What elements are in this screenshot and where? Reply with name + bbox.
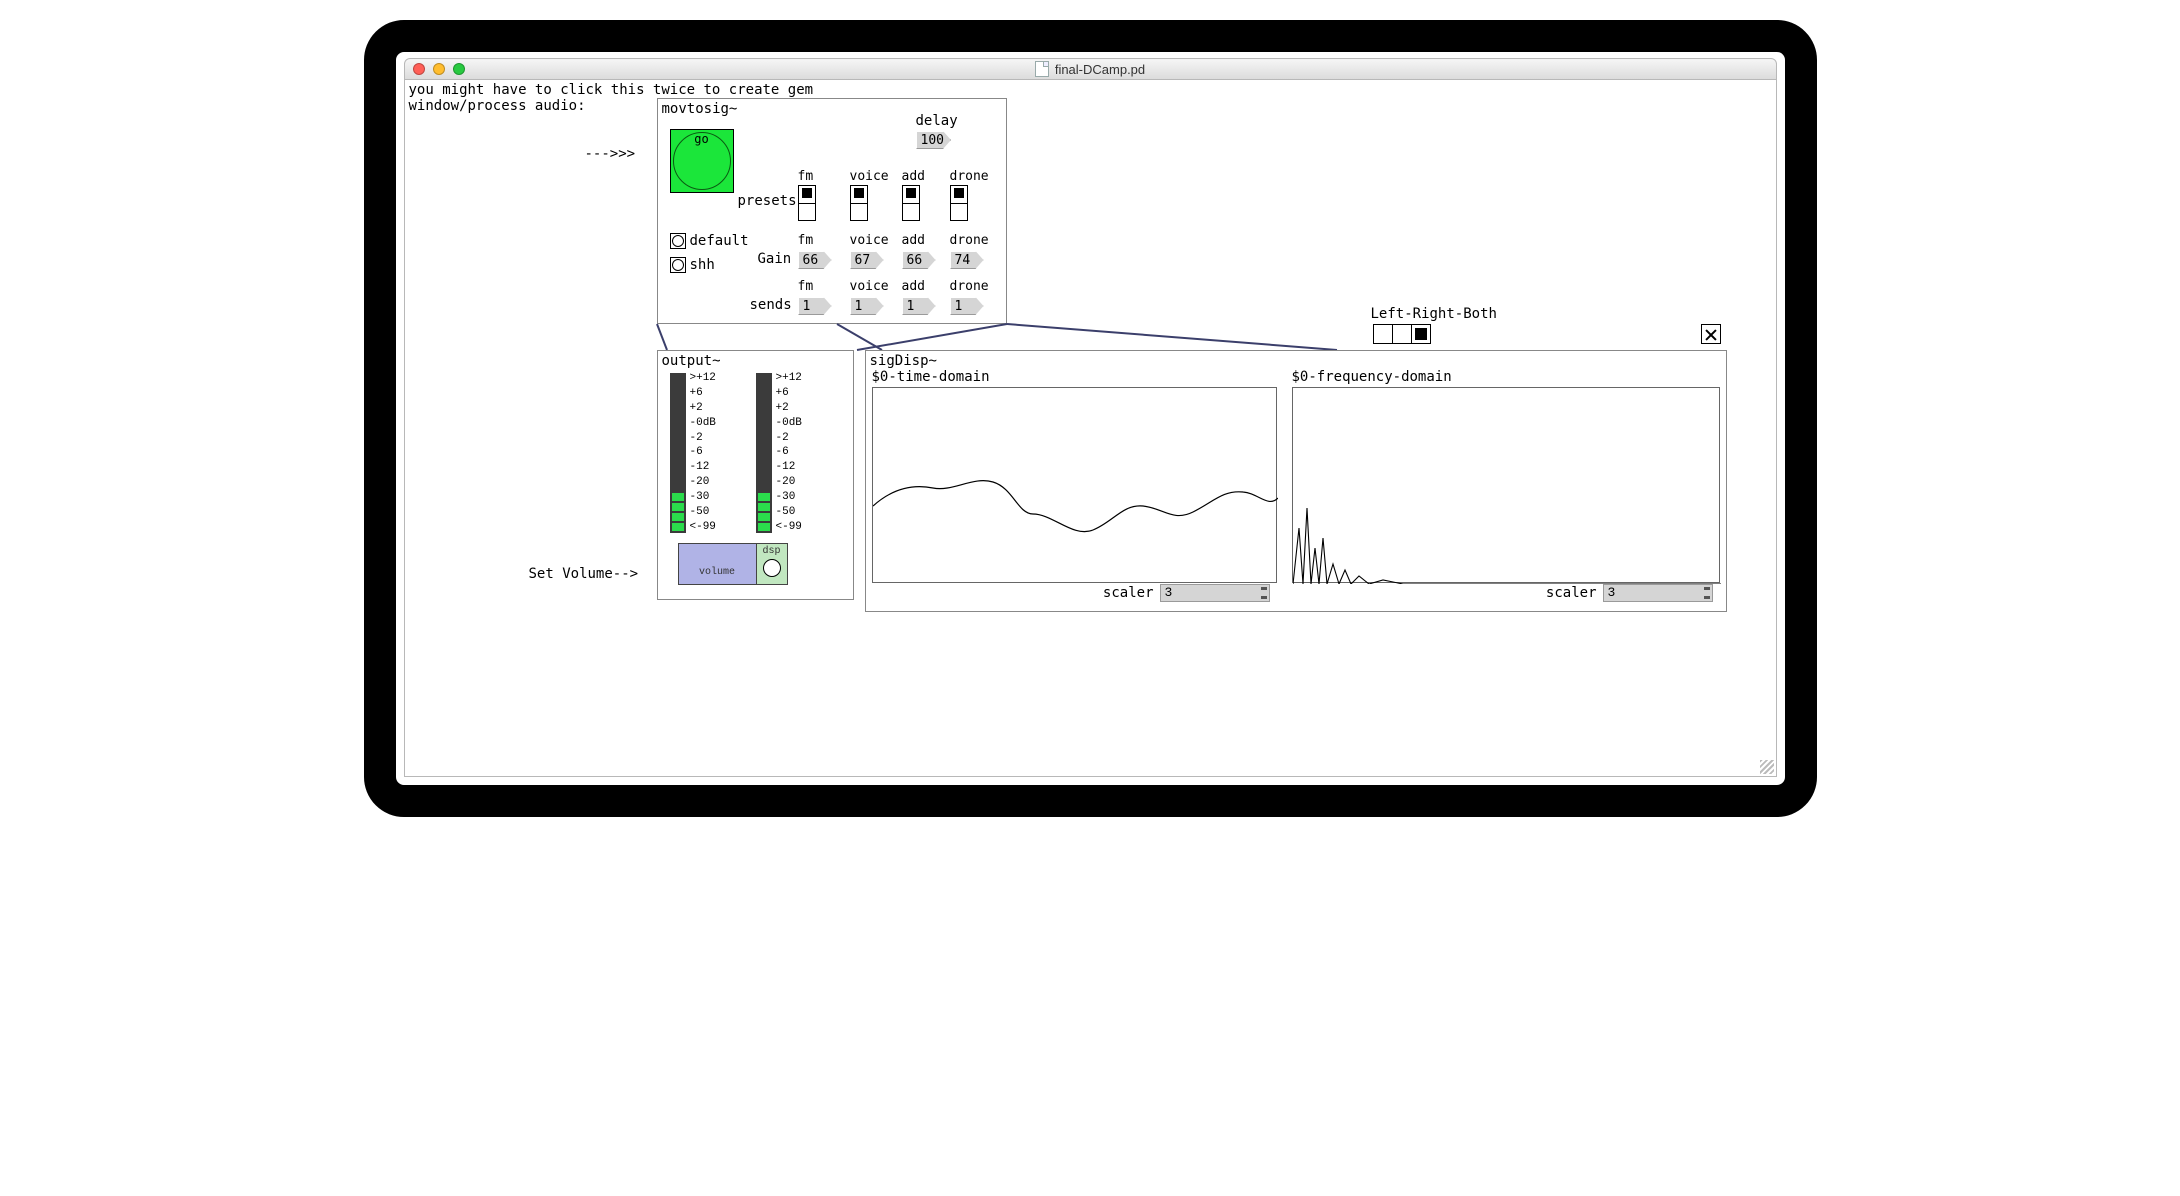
sends-ch2: add <box>902 279 925 295</box>
sends-drone[interactable]: 1 <box>950 297 984 315</box>
default-label: default <box>690 233 749 249</box>
vu-meter-right <box>756 373 772 533</box>
freq-domain-plot: scaler 3 <box>1292 387 1720 583</box>
ch2-label: add <box>902 169 925 185</box>
meter-scale-left: >+12+6+2 -0dB-2-6 -12-20-30 -50<-99 <box>688 373 716 533</box>
ch0-label: fm <box>798 169 816 185</box>
gain-ch3: drone <box>950 233 989 249</box>
sends-voice[interactable]: 1 <box>850 297 884 315</box>
gain-ch1: voice <box>850 233 889 249</box>
movtosig-title: movtosig~ <box>662 101 738 117</box>
window-title: final-DCamp.pd <box>1055 62 1145 77</box>
default-bang[interactable] <box>670 233 686 249</box>
time-domain-label: $0-time-domain <box>872 369 990 385</box>
ch1-label: voice <box>850 169 889 185</box>
patch-canvas[interactable]: you might have to click this twice to cr… <box>404 80 1777 777</box>
preset-drone-radio[interactable] <box>950 185 968 221</box>
meter-left-group: >+12+6+2 -0dB-2-6 -12-20-30 -50<-99 <box>670 373 716 533</box>
ch3-label: drone <box>950 169 989 185</box>
gain-drone[interactable]: 74 <box>950 251 984 269</box>
time-scaler-value[interactable]: 3 <box>1160 584 1270 602</box>
sends-ch1: voice <box>850 279 889 295</box>
set-volume-label: Set Volume--> <box>529 566 639 582</box>
delay-value[interactable]: 100 <box>916 131 951 149</box>
window-titlebar: final-DCamp.pd <box>404 58 1777 80</box>
output-title: output~ <box>662 353 721 369</box>
arrow-label: --->>> <box>585 146 636 162</box>
sigdisp-toggle[interactable] <box>1701 324 1721 344</box>
volume-slider[interactable]: volume <box>679 544 757 584</box>
freq-domain-label: $0-frequency-domain <box>1292 369 1452 385</box>
shh-label: shh <box>690 257 715 273</box>
freq-scaler-value[interactable]: 3 <box>1603 584 1713 602</box>
time-scaler-label: scaler <box>1103 585 1154 601</box>
meter-scale-right: >+12+6+2 -0dB-2-6 -12-20-30 -50<-99 <box>774 373 802 533</box>
output-subpatch: output~ >+12+6+2 -0dB-2-6 -12-20-30 -50<… <box>657 350 854 600</box>
movtosig-subpatch: movtosig~ go presets delay 100 fm <box>657 98 1007 324</box>
freq-scaler-label: scaler <box>1546 585 1597 601</box>
time-domain-plot: scaler 3 <box>872 387 1277 583</box>
gain-label: Gain <box>758 251 792 267</box>
volume-dsp-box: volume dsp <box>678 543 788 585</box>
sigdisp-title: sigDisp~ <box>870 353 937 369</box>
sends-label: sends <box>750 297 792 313</box>
meter-right-group: >+12+6+2 -0dB-2-6 -12-20-30 -50<-99 <box>756 373 802 533</box>
hint-line1: you might have to click this twice to cr… <box>409 82 814 98</box>
gain-voice[interactable]: 67 <box>850 251 884 269</box>
gain-add[interactable]: 66 <box>902 251 936 269</box>
dsp-toggle[interactable] <box>763 559 781 577</box>
shh-bang[interactable] <box>670 257 686 273</box>
hint-line2: window/process audio: <box>409 98 586 114</box>
volume-label: volume <box>699 567 735 578</box>
dsp-label: dsp <box>762 546 780 557</box>
sends-add[interactable]: 1 <box>902 297 936 315</box>
sends-ch3: drone <box>950 279 989 295</box>
gain-fm[interactable]: 66 <box>798 251 832 269</box>
sigdisp-subpatch: sigDisp~ $0-time-domain scaler 3 $0-freq… <box>865 350 1727 612</box>
preset-add-radio[interactable] <box>902 185 920 221</box>
lrb-radio[interactable] <box>1373 324 1431 344</box>
preset-voice-radio[interactable] <box>850 185 868 221</box>
go-label: go <box>671 132 733 146</box>
delay-label: delay <box>916 113 958 129</box>
resize-grip-icon[interactable] <box>1760 760 1774 774</box>
document-icon <box>1035 61 1049 77</box>
sends-fm[interactable]: 1 <box>798 297 832 315</box>
gain-ch0: fm <box>798 233 814 249</box>
gain-ch2: add <box>902 233 925 249</box>
go-button[interactable]: go <box>670 129 734 193</box>
presets-label: presets <box>738 193 797 209</box>
vu-meter-left <box>670 373 686 533</box>
preset-fm-radio[interactable] <box>798 185 816 221</box>
sends-ch0: fm <box>798 279 814 295</box>
lrb-label: Left-Right-Both <box>1371 306 1497 322</box>
